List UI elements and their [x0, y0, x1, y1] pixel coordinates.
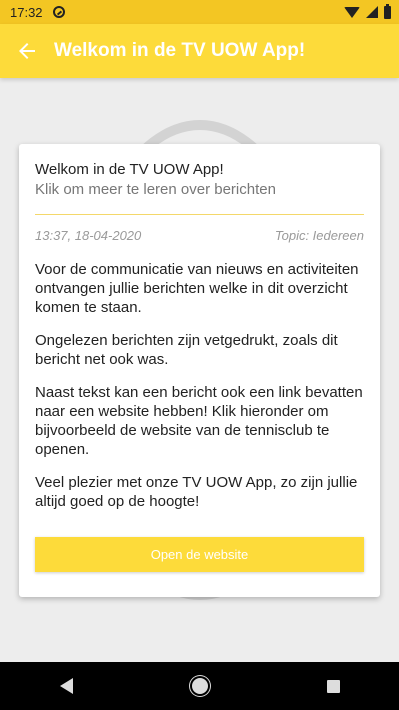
message-paragraph: Voor de communicatie van nieuws en activ…	[35, 261, 359, 316]
page-title: Welkom in de TV UOW App!	[54, 40, 306, 61]
nav-back-icon[interactable]	[59, 678, 73, 694]
message-topic: Topic: Iedereen	[274, 228, 364, 243]
status-bar: 17:32	[0, 0, 399, 24]
message-paragraph: Ongelezen berichten zijn vetgedrukt, zoa…	[35, 332, 338, 368]
app-bar: Welkom in de TV UOW App!	[0, 24, 399, 78]
system-nav-bar	[0, 662, 399, 710]
message-title: Welkom in de TV UOW App!	[35, 161, 224, 178]
notification-icon	[52, 6, 65, 18]
back-arrow-icon[interactable]	[0, 24, 54, 78]
message-subtitle: Klik om meer te leren over berichten	[35, 181, 276, 198]
message-body: Voor de communicatie van nieuws en activ…	[35, 260, 364, 511]
divider	[35, 214, 364, 215]
wifi-icon	[344, 6, 360, 18]
message-paragraph: Veel plezier met onze TV UOW App, zo zij…	[35, 474, 358, 510]
status-icons	[344, 3, 391, 19]
message-timestamp: 13:37, 18-04-2020	[35, 228, 142, 243]
signal-icon	[366, 6, 378, 18]
nav-home-icon[interactable]	[191, 678, 208, 694]
message-paragraph: Naast tekst kan een bericht ook een link…	[35, 384, 363, 458]
battery-icon	[384, 3, 391, 19]
back-arrow-svg	[19, 43, 35, 59]
nav-recent-icon[interactable]	[326, 679, 340, 693]
open-website-button[interactable]: Open de website	[35, 537, 364, 572]
message-meta: 13:37, 18-04-2020 Topic: Iedereen	[35, 228, 364, 243]
status-time: 17:32	[10, 4, 43, 20]
message-card: Welkom in de TV UOW App! Klik om meer te…	[19, 144, 380, 597]
